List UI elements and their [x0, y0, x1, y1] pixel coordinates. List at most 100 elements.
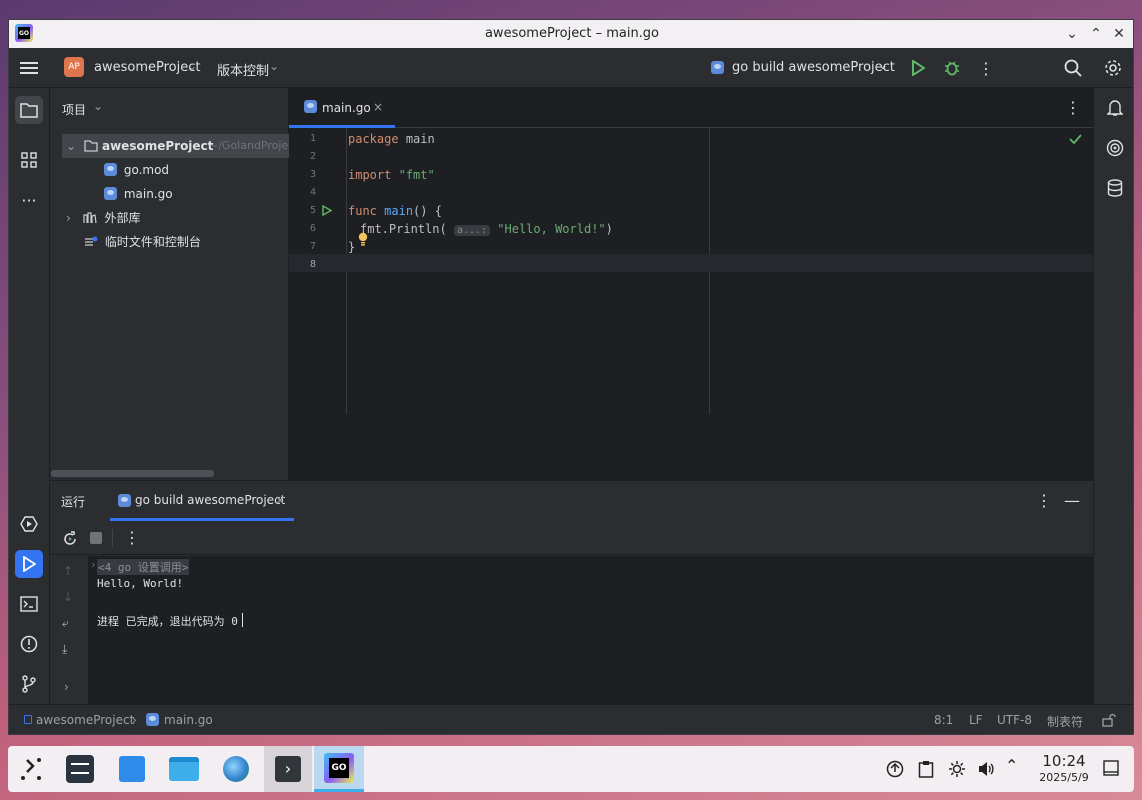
scroll-to-end-icon[interactable]: ⤓: [62, 642, 67, 657]
tree-external-libs-label: 外部库: [104, 211, 141, 225]
launcher-icon: [21, 758, 41, 780]
line-number: 6: [309, 223, 316, 234]
arrow-down-icon[interactable]: ↓: [63, 590, 73, 604]
close-tab-icon[interactable]: ×: [373, 100, 383, 114]
run-config-selector[interactable]: go build awesomeProject: [732, 60, 895, 75]
more-actions-button[interactable]: ⋮: [974, 56, 998, 80]
caret-position[interactable]: 8:1: [934, 713, 953, 727]
discover-store-button[interactable]: [112, 749, 152, 789]
minimize-button[interactable]: ⌄: [1063, 25, 1081, 43]
tree-row-go-mod[interactable]: go.mod: [104, 158, 169, 182]
clock-time[interactable]: 10:24: [1040, 752, 1088, 770]
tree-row-root[interactable]: ⌄ awesomeProject ~/GolandProjects: [62, 134, 304, 158]
search-button[interactable]: [1061, 56, 1085, 80]
unlock-icon[interactable]: [1102, 713, 1116, 727]
show-desktop-icon[interactable]: [1103, 760, 1119, 776]
horizontal-scrollbar[interactable]: [51, 470, 214, 477]
editor-more-button[interactable]: ⋮: [1065, 98, 1081, 117]
bug-icon: [945, 61, 959, 76]
project-panel-title[interactable]: 项目: [62, 101, 86, 118]
console-cmd-fold[interactable]: <4 go 设置调用>: [97, 559, 190, 575]
updates-icon[interactable]: [886, 760, 904, 778]
go-file-icon: [104, 187, 117, 200]
run-tab[interactable]: go build awesomeProject ×: [110, 481, 294, 521]
rerun-icon[interactable]: [62, 531, 78, 547]
main-menu-button[interactable]: [17, 56, 41, 80]
clipboard-icon[interactable]: [918, 760, 934, 778]
breadcrumb-project[interactable]: awesomeProject: [36, 713, 134, 727]
line-separator[interactable]: LF: [969, 713, 983, 727]
project-badge[interactable]: AP: [64, 57, 84, 77]
run-toolbar-more-button[interactable]: ⋮: [124, 528, 140, 547]
tab-main-go[interactable]: main.go ×: [289, 88, 395, 128]
volume-icon[interactable]: [977, 760, 995, 778]
gear-icon: [1105, 60, 1121, 76]
chevron-down-icon[interactable]: ⌄: [93, 99, 103, 113]
stop-icon[interactable]: [90, 532, 102, 544]
soft-wrap-icon[interactable]: ⤶: [62, 616, 69, 631]
chevron-right-icon[interactable]: ›: [90, 558, 97, 571]
chevron-right-icon[interactable]: ›: [66, 211, 71, 225]
brightness-icon[interactable]: [948, 760, 966, 778]
settings-button[interactable]: [1101, 56, 1125, 80]
project-panel: 项目 ⌄ ⌄ awesomeProject ~/GolandProjects g…: [50, 88, 304, 480]
close-window-button[interactable]: ✕: [1110, 25, 1128, 43]
chevron-down-icon[interactable]: ⌄: [66, 134, 76, 158]
goland-app-button[interactable]: GO: [314, 746, 364, 792]
folder-app-icon: [169, 757, 199, 781]
app-launcher-button[interactable]: [12, 749, 52, 789]
go-file-icon: [304, 100, 317, 113]
line-number: 5: [309, 205, 316, 216]
tree-row-main-go[interactable]: main.go: [104, 182, 173, 206]
problems-tool-button[interactable]: [17, 632, 41, 656]
code-line-6: fmt.Println( a...: "Hello, World!"): [360, 222, 613, 236]
vcs-menu[interactable]: 版本控制: [217, 60, 269, 79]
file-manager-button[interactable]: [164, 749, 204, 789]
file-encoding[interactable]: UTF-8: [997, 713, 1032, 727]
status-bar: awesomeProject › main.go 8:1 LF UTF-8 制表…: [9, 704, 1133, 734]
clock-date[interactable]: 2025/5/9: [1032, 771, 1096, 784]
console-line-hello: Hello, World!: [97, 577, 184, 590]
go-file-icon: [118, 494, 131, 507]
arrow-up-icon[interactable]: ↑: [63, 564, 73, 578]
tray-expand-icon[interactable]: ⌃: [1005, 756, 1018, 775]
module-icon: [24, 715, 32, 724]
parameter-hint: a...:: [453, 225, 491, 236]
chevron-down-icon[interactable]: ⌄: [878, 58, 888, 72]
maximize-button[interactable]: ⌃: [1087, 25, 1105, 43]
code-line-7: }: [348, 240, 356, 254]
project-tool-button[interactable]: [15, 96, 43, 124]
ai-assistant-button[interactable]: [1103, 136, 1127, 160]
lightbulb-icon[interactable]: [358, 232, 368, 246]
run-gutter-icon[interactable]: [322, 205, 332, 216]
web-browser-button[interactable]: [216, 749, 256, 789]
breadcrumb-file[interactable]: main.go: [164, 713, 213, 727]
services-tool-button[interactable]: [17, 512, 41, 536]
terminal-app-button[interactable]: ›: [264, 746, 312, 792]
notifications-button[interactable]: [1103, 96, 1127, 120]
run-tool-button[interactable]: [15, 550, 43, 578]
git-tool-button[interactable]: [17, 672, 41, 696]
structure-tool-button[interactable]: [17, 148, 41, 172]
code-area[interactable]: 1 2 3 4 5 6 7 8 package main import "fmt…: [289, 128, 1093, 418]
indent-style[interactable]: 制表符: [1047, 713, 1083, 730]
caret-line-highlight: [289, 254, 1093, 272]
run-panel-more-button[interactable]: ⋮: [1036, 491, 1052, 510]
system-settings-button[interactable]: [60, 749, 100, 789]
run-button[interactable]: [906, 56, 930, 80]
more-tools-icon[interactable]: ···: [17, 188, 41, 212]
hide-panel-button[interactable]: —: [1064, 491, 1080, 510]
debug-button[interactable]: [940, 56, 964, 80]
console-output[interactable]: › <4 go 设置调用> Hello, World! 进程 已完成，退出代码为…: [88, 556, 1093, 705]
tree-row-scratches[interactable]: 临时文件和控制台: [84, 230, 201, 254]
folder-icon: [84, 140, 98, 152]
close-tab-icon[interactable]: ×: [275, 493, 285, 507]
project-selector[interactable]: awesomeProject: [94, 60, 200, 75]
database-button[interactable]: [1103, 176, 1127, 200]
terminal-tool-button[interactable]: [17, 592, 41, 616]
tab-label: main.go: [322, 101, 371, 115]
chevron-right-icon[interactable]: ›: [64, 680, 69, 694]
store-bag-icon: [119, 756, 145, 782]
globe-icon: [223, 756, 249, 782]
tree-row-external-libs[interactable]: › 外部库: [66, 206, 140, 230]
